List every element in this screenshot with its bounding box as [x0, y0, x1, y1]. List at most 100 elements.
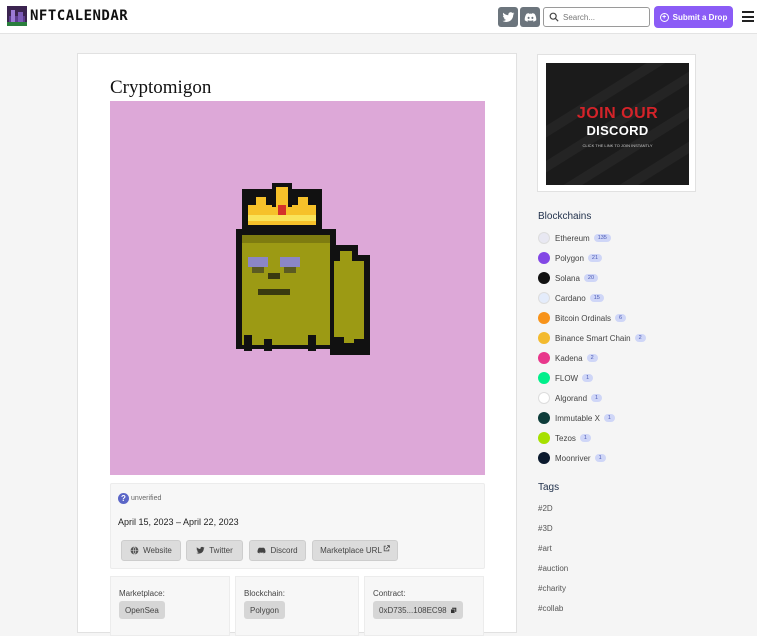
twitter-button[interactable] [498, 7, 518, 27]
page-title: Cryptomigon [110, 77, 212, 98]
question-icon: ? [118, 493, 129, 504]
blockchain-item[interactable]: Binance Smart Chain 2 [538, 331, 646, 345]
tag-link[interactable]: #auction [538, 564, 568, 573]
blockchain-name: Tezos [555, 433, 576, 443]
blockchain-item[interactable]: Algorand 1 [538, 391, 603, 405]
drop-info-box: ? unverified April 15, 2023 – April 22, … [110, 483, 485, 569]
contract-label: Contract: [373, 589, 406, 598]
blockchain-name: Binance Smart Chain [555, 333, 631, 343]
tags-heading: Tags [538, 482, 560, 493]
ad-join-text: JOIN OUR [576, 105, 659, 122]
marketplace-label: Marketplace: [119, 589, 165, 598]
discord-icon [524, 12, 536, 22]
blockchain-name: Cardano [555, 293, 586, 303]
website-button[interactable]: Website [121, 540, 181, 561]
blockchain-count-badge: 1 [591, 394, 603, 402]
blockchain-count-badge: 1 [603, 414, 615, 422]
blockchain-icon [538, 232, 550, 244]
contract-address: 0xD735...108EC98 [379, 605, 447, 615]
verification-label: unverified [131, 495, 162, 502]
blockchain-count-badge: 1 [594, 454, 606, 462]
twitter-link-button[interactable]: Twitter [186, 540, 243, 561]
blockchain-item[interactable]: Polygon 21 [538, 251, 603, 265]
blockchain-name: Ethereum [555, 233, 590, 243]
contract-box: Contract: 0xD735...108EC98 [364, 576, 484, 636]
contract-badge[interactable]: 0xD735...108EC98 [373, 601, 463, 619]
blockchain-item[interactable]: Moonriver 1 [538, 451, 606, 465]
ad-discord-text: DISCORD [586, 123, 649, 138]
discord-ad-banner[interactable]: JOIN OUR DISCORD CLICK THE LINK TO JOIN … [546, 63, 689, 185]
hamburger-menu-icon[interactable] [742, 11, 754, 22]
blockchain-name: Solana [555, 273, 580, 283]
blockchain-icon [538, 312, 550, 324]
blockchain-name: Bitcoin Ordinals [555, 313, 612, 323]
blockchain-item[interactable]: Kadena 2 [538, 351, 598, 365]
blockchain-box: Blockchain: Polygon [235, 576, 359, 636]
blockchain-count-badge: 1 [582, 374, 594, 382]
search-box [543, 7, 650, 27]
blockchain-count-badge: 21 [587, 254, 603, 262]
nft-image [110, 101, 485, 475]
blockchains-heading: Blockchains [538, 211, 592, 222]
tag-link[interactable]: #2D [538, 504, 553, 513]
blockchain-name: Immutable X [555, 413, 600, 423]
marketplace-box: Marketplace: OpenSea [110, 576, 230, 636]
tag-link[interactable]: #collab [538, 604, 563, 613]
blockchain-icon [538, 432, 550, 444]
tag-link[interactable]: #3D [538, 524, 553, 533]
blockchain-name: Polygon [555, 253, 584, 263]
blockchain-item[interactable]: Solana 20 [538, 271, 599, 285]
blockchain-icon [538, 452, 550, 464]
verification-status: ? unverified [118, 493, 161, 504]
blockchain-item[interactable]: FLOW 1 [538, 371, 594, 385]
twitter-label: Twitter [209, 546, 233, 555]
external-link-icon [383, 545, 390, 552]
blockchain-icon [538, 412, 550, 424]
submit-drop-button[interactable]: + Submit a Drop [654, 6, 733, 28]
blockchain-icon [538, 392, 550, 404]
blockchain-icon [538, 292, 550, 304]
blockchain-item[interactable]: Immutable X1 [538, 411, 615, 425]
blockchain-icon [538, 272, 550, 284]
search-icon [549, 12, 559, 22]
blockchain-count-badge: 6 [615, 314, 627, 322]
blockchain-name: FLOW [555, 373, 579, 383]
twitter-icon [196, 546, 205, 554]
search-input[interactable] [563, 10, 647, 24]
blockchain-item[interactable]: Ethereum 135 [538, 231, 611, 245]
blockchain-name: Algorand [555, 393, 588, 403]
blockchain-name: Kadena [555, 353, 583, 363]
marketplace-url-button[interactable]: Marketplace URL [312, 540, 398, 561]
blockchain-item[interactable]: Cardano 15 [538, 291, 604, 305]
logo-text[interactable]: NFTCALENDAR [30, 8, 128, 24]
globe-icon [130, 546, 139, 555]
blockchain-name: Moonriver [555, 453, 591, 463]
plus-circle-icon: + [659, 12, 669, 22]
blockchain-icon [538, 252, 550, 264]
ad-small-text: CLICK THE LINK TO JOIN INSTANTLY [582, 143, 653, 148]
blockchain-count-badge: 135 [593, 234, 611, 242]
blockchain-count-badge: 15 [589, 294, 604, 302]
tag-link[interactable]: #charity [538, 584, 566, 593]
top-navbar: NFTCALENDAR + Submit a Drop [0, 0, 757, 34]
discord-icon [257, 547, 266, 554]
blockchain-item[interactable]: Bitcoin Ordinals 6 [538, 311, 627, 325]
blockchain-label: Blockchain: [244, 589, 285, 598]
blockchain-badge[interactable]: Polygon [244, 601, 285, 619]
blockchain-icon [538, 332, 550, 344]
discord-button[interactable] [520, 7, 540, 27]
website-label: Website [143, 546, 172, 555]
blockchain-icon [538, 352, 550, 364]
blockchain-count-badge: 2 [586, 354, 598, 362]
marketplace-url-label: Marketplace URL [320, 546, 382, 555]
blockchain-count-badge: 20 [583, 274, 599, 282]
copy-icon[interactable] [450, 607, 457, 614]
marketplace-badge[interactable]: OpenSea [119, 601, 165, 619]
blockchain-item[interactable]: Tezos 1 [538, 431, 591, 445]
discord-link-button[interactable]: Discord [249, 540, 306, 561]
submit-drop-label: Submit a Drop [672, 12, 728, 22]
discord-ad-box: JOIN OUR DISCORD CLICK THE LINK TO JOIN … [537, 54, 696, 192]
logo-image[interactable] [7, 6, 27, 26]
tag-link[interactable]: #art [538, 544, 552, 553]
blockchain-count-badge: 2 [634, 334, 646, 342]
